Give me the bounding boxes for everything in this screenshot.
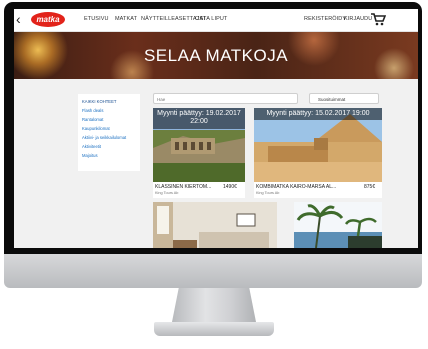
back-arrow-icon[interactable]: ‹ — [16, 11, 21, 27]
trip-image-palms — [294, 202, 382, 248]
trip-card-classic-tour[interactable]: Myynti päättyy: 19.02.2017 22:00 KLASSIN… — [153, 108, 245, 198]
sort-select[interactable]: Suosituimmat — [309, 93, 379, 104]
monitor-frame: ‹ matka ETUSIVU MATKAT NÄYTTEILLEASETTAJ… — [4, 2, 422, 288]
sale-end-banner: Myynti päättyy: 15.02.2017 19:00 — [254, 108, 382, 120]
nav-link-osta-liput[interactable]: OSTA LIPUT — [195, 16, 227, 22]
category-beach[interactable]: Rantalomat — [82, 117, 103, 122]
trip-card-apartment[interactable] — [153, 202, 277, 248]
shopping-cart-icon[interactable] — [370, 12, 386, 26]
monitor-stand-base — [154, 322, 274, 336]
category-city[interactable]: Kaupunkilomat — [82, 126, 110, 131]
trip-operator: King Tours Ab — [256, 191, 280, 195]
login-link[interactable]: KIRJAUDU — [344, 16, 372, 22]
register-link[interactable]: REKISTERÖIDY — [304, 16, 346, 22]
search-input[interactable]: Hae — [153, 93, 298, 104]
sale-end-banner: Myynti päättyy: 19.02.2017 22:00 — [153, 108, 245, 129]
trip-title[interactable]: KLASSINEN KIERTOM... — [155, 184, 211, 190]
nav-link-matkat[interactable]: MATKAT — [115, 16, 137, 22]
trip-price: 875€ — [364, 184, 376, 190]
category-activities[interactable]: Aktiviteetit — [82, 144, 101, 149]
matka-logo[interactable]: matka — [31, 12, 65, 27]
hero-banner: SELAA MATKOJA — [14, 32, 418, 79]
monitor-bezel: ‹ matka ETUSIVU MATKAT NÄYTTEILLEASETTAJ… — [4, 2, 422, 254]
trip-image-room — [153, 202, 277, 248]
category-accommodation[interactable]: Majoitus — [82, 153, 98, 158]
trip-price: 1490€ — [223, 184, 237, 190]
nav-link-etusivu[interactable]: ETUSIVU — [84, 16, 109, 22]
category-flash-deals[interactable]: Flash deals — [82, 108, 103, 113]
page-title: SELAA MATKOJA — [143, 46, 289, 65]
trip-card-palm-resort[interactable] — [294, 202, 382, 248]
trip-card-cairo-marsa[interactable]: Myynti päättyy: 15.02.2017 19:00 KOMBIMA… — [254, 108, 382, 198]
website-screen: ‹ matka ETUSIVU MATKAT NÄYTTEILLEASETTAJ… — [14, 9, 418, 248]
category-all[interactable]: KAIKKI KOHTEET — [82, 99, 116, 104]
monitor-stand-neck — [172, 288, 256, 322]
trip-title[interactable]: KOMBIMATKA KAIRO-MARSA AL... — [256, 184, 336, 190]
top-navigation: ‹ matka ETUSIVU MATKAT NÄYTTEILLEASETTAJ… — [14, 9, 418, 32]
trip-operator: King Tours Ab — [155, 191, 179, 195]
category-sidebar: KAIKKI KOHTEET Flash deals Rantalomat Ka… — [78, 94, 140, 171]
category-adventure[interactable]: Aktiivi- ja seikkailulomat — [82, 135, 126, 140]
monitor-chin — [4, 254, 422, 288]
